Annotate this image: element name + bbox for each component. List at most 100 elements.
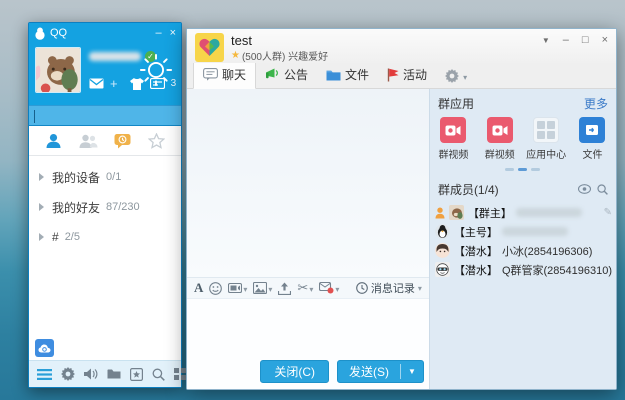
folder-icon [326,69,341,81]
chevron-down-icon [335,281,339,295]
member-row-owner[interactable]: 【群主】 ✎ [430,203,616,222]
tab-chat[interactable]: 聊天 [193,61,256,89]
app-center-icon [533,117,559,143]
group-label: 我的好友 [52,199,100,216]
dress-up-shirt-icon[interactable] [130,78,144,90]
contact-group-my-friends[interactable]: 我的好友 87/230 [29,192,181,222]
tab-label: 聊天 [222,66,246,83]
close-chat-button[interactable]: 关闭(C) [260,360,329,383]
cloud-row [29,338,181,360]
mail-envelope-icon[interactable] [89,78,104,89]
send-options-dropdown[interactable]: ▼ [401,367,423,376]
text-cursor [34,110,35,123]
chat-tab-bar: 聊天 公告 文件 活动 [187,63,616,89]
qq-profile-header: ✓ + [29,43,181,105]
chevron-down-icon [418,282,422,294]
app-label: 群视频 [485,146,515,161]
search-input[interactable] [29,105,181,126]
member-display-settings-icon[interactable] [578,184,591,195]
apps-pagination-dots[interactable] [430,161,616,175]
folder-icon[interactable] [107,368,121,380]
tab-label: 文件 [345,66,369,83]
chat-minimize-button[interactable]: – [563,34,569,46]
qq-minimize-button[interactable]: – [155,28,161,39]
emoji-icon[interactable] [209,282,222,295]
chevron-down-icon [268,281,272,295]
tab-conversations-icon[interactable] [114,133,131,149]
qq-bottom-toolbar [29,360,181,387]
upload-icon[interactable] [278,282,291,295]
apps-grid-icon[interactable] [174,368,186,380]
megaphone-icon [265,68,280,81]
app-group-video-2[interactable]: 群视频 [481,117,518,161]
settings-gear-icon[interactable] [61,367,75,381]
app-label: 群视频 [438,146,468,161]
edit-pencil-icon[interactable]: ✎ [604,207,612,218]
chat-titlebar[interactable]: test ★ (500人群) 兴趣爱好 ▼ – □ × [187,29,616,63]
tab-contacts-icon[interactable] [45,133,62,149]
image-icon[interactable] [253,281,272,295]
group-apps-row: 群视频 群视频 应用中心 [430,117,616,161]
message-history-area[interactable] [187,89,429,277]
tab-favorites-icon[interactable] [148,133,165,149]
tab-files[interactable]: 文件 [317,62,378,88]
group-name: test [231,33,328,48]
member-name-blurred [502,227,568,236]
member-row-qun-guanjia[interactable]: 【潜水】 Q群管家(2854196310) [430,260,616,279]
member-row-main-account[interactable]: 【主号】 [430,222,616,241]
sound-icon[interactable] [84,368,98,380]
member-name: 小冰(2854196306) [502,243,593,259]
user-avatar[interactable] [35,47,81,93]
chat-close-button[interactable]: × [602,34,608,46]
contact-group-hash[interactable]: # 2/5 [29,222,181,252]
member-row-xiaobing[interactable]: 【潜水】 小冰(2854196306) [430,241,616,260]
app-center[interactable]: 应用中心 [528,117,565,161]
group-apps-title: 群应用 [438,95,474,112]
member-avatar [435,243,450,258]
qq-window-title: QQ [50,27,67,39]
member-level-count: 3 [171,78,177,89]
desktop-background: QQ – × [0,0,625,400]
message-history-button[interactable]: 消息记录 [356,280,422,296]
app-label: 应用中心 [526,146,566,161]
group-side-panel: 群应用 更多 群视频 群视频 [430,89,616,389]
app-group-video-1[interactable]: 群视频 [435,117,472,161]
main-menu-icon[interactable] [37,369,52,380]
expand-arrow-icon [39,233,44,241]
members-title: 群成员(1/4) [438,181,499,198]
cloud-sync-icon[interactable] [35,339,54,357]
app-group-files[interactable]: 文件 [574,117,611,161]
member-search-icon[interactable] [597,184,608,195]
group-count: 87/230 [106,201,140,213]
qq-main-window: QQ – × [28,22,182,388]
window-menu-button[interactable]: ▼ [542,36,550,45]
tab-announcement[interactable]: 公告 [256,62,317,88]
qq-penguin-logo-icon [34,27,46,40]
chat-maximize-button[interactable]: □ [582,34,589,46]
button-row: 关闭(C) 发送(S) ▼ [187,353,429,389]
group-star-icon[interactable]: ★ [231,50,240,61]
qq-titlebar[interactable]: QQ – × [29,23,181,43]
group-avatar[interactable] [195,33,224,62]
member-role: 【潜水】 [454,262,498,278]
expand-arrow-icon [39,203,44,211]
member-card-icon[interactable] [150,78,165,89]
screenshot-gif-icon[interactable] [228,281,247,295]
more-apps-link[interactable]: 更多 [584,95,608,112]
group-count: 2/5 [65,231,80,243]
font-style-icon[interactable]: A [194,280,203,296]
history-label: 消息记录 [371,280,415,296]
qq-close-button[interactable]: × [170,28,176,39]
favorites-box-icon[interactable] [130,368,143,381]
chat-bubble-icon [203,68,218,81]
send-button[interactable]: 发送(S) ▼ [337,360,424,383]
add-status-plus-icon[interactable]: + [110,77,118,90]
tab-activity[interactable]: 活动 [378,62,436,88]
message-alert-icon[interactable] [319,281,339,295]
message-input[interactable] [187,299,429,353]
tab-groups-icon[interactable] [79,133,98,149]
tab-settings-gear[interactable] [436,65,476,88]
scissors-icon[interactable]: ✂ [297,280,313,296]
search-icon[interactable] [152,368,165,381]
contact-group-my-devices[interactable]: 我的设备 0/1 [29,162,181,192]
